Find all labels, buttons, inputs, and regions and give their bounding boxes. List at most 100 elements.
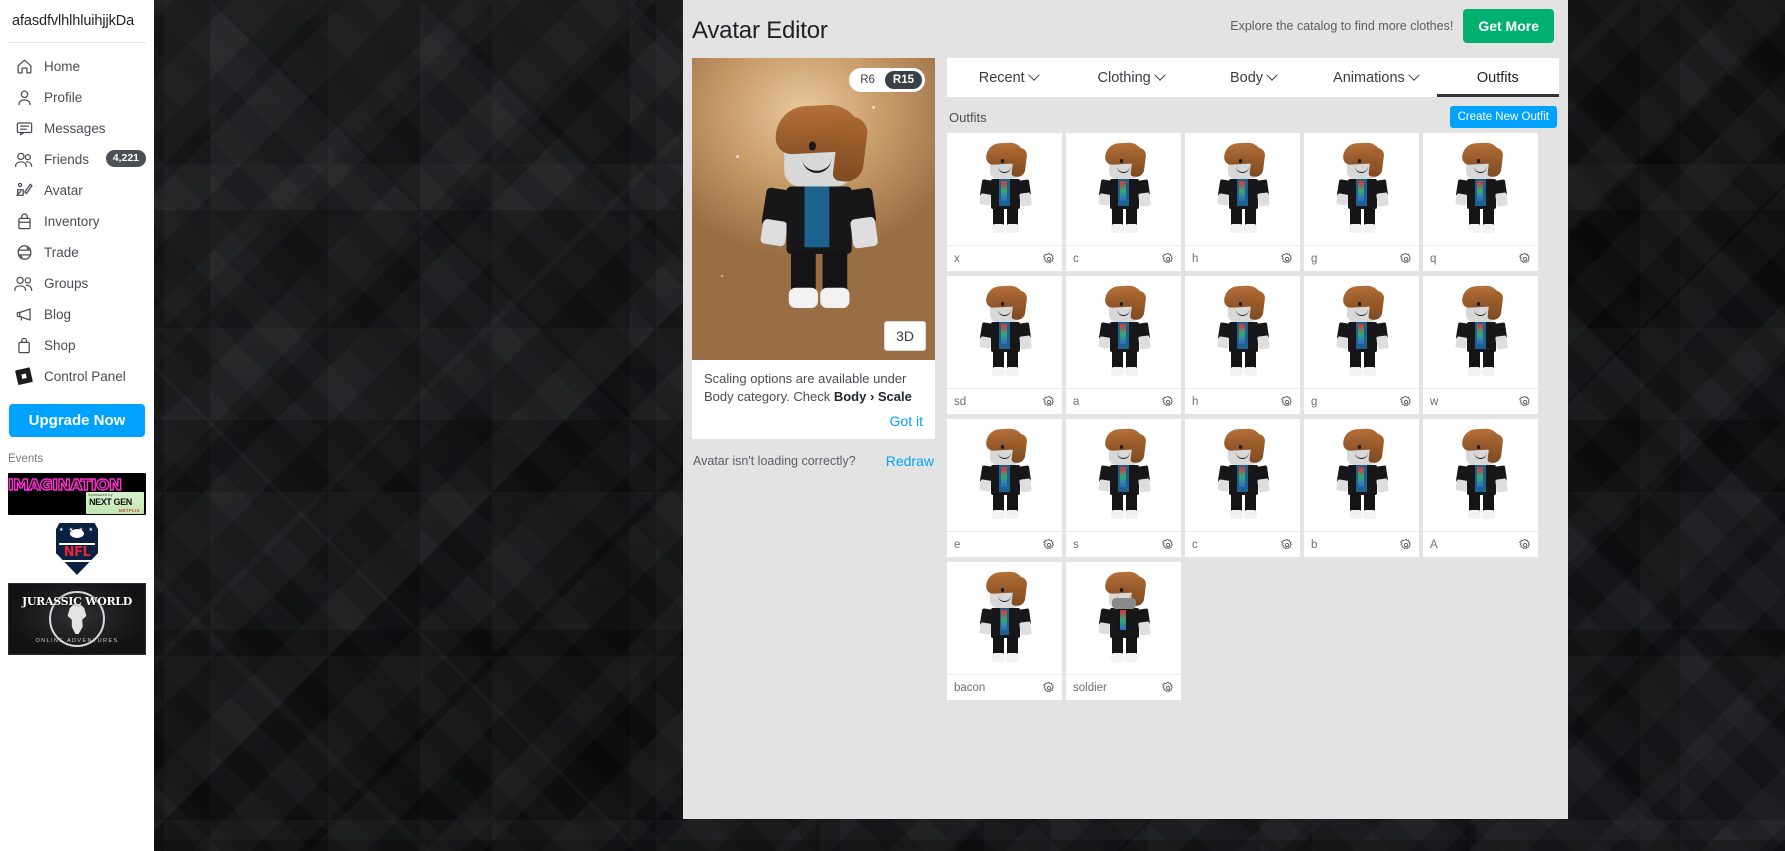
gear-icon[interactable] (1399, 252, 1413, 266)
sidebar-username[interactable]: afasdfvlhlhluihjjkDa (0, 0, 154, 42)
gear-icon[interactable] (1161, 681, 1175, 695)
gear-icon[interactable] (1042, 681, 1056, 695)
outfit-thumbnail[interactable] (1304, 133, 1419, 245)
view-3d-button[interactable]: 3D (884, 321, 926, 351)
outfit-name: b (1311, 538, 1318, 551)
upgrade-now-button[interactable]: Upgrade Now (9, 404, 145, 437)
gear-icon[interactable] (1280, 252, 1294, 266)
outfit-thumbnail[interactable] (1304, 276, 1419, 388)
outfit-footer: w (1423, 388, 1538, 414)
sidebar-item-shop[interactable]: Shop (0, 330, 154, 361)
gear-icon[interactable] (1161, 252, 1175, 266)
outfit-thumbnail[interactable] (1185, 419, 1300, 531)
gear-icon[interactable] (1399, 395, 1413, 409)
gear-icon[interactable] (1161, 538, 1175, 552)
gear-icon[interactable] (1042, 395, 1056, 409)
avatar-icon (13, 180, 35, 202)
tab-outfits[interactable]: Outfits (1436, 58, 1560, 97)
sidebar-item-trade[interactable]: Trade (0, 237, 154, 268)
outfit-card[interactable]: x (947, 133, 1062, 271)
megaphone-icon (13, 304, 35, 326)
sidebar-item-friends[interactable]: Friends 4,221 (0, 144, 154, 175)
nfl-bar-bottom (62, 560, 92, 562)
avatar-preview-thumbnail[interactable]: R6 R15 3D (692, 58, 935, 360)
gear-icon[interactable] (1518, 252, 1532, 266)
outfit-avatar-figure (1449, 141, 1513, 237)
outfit-name: x (954, 252, 960, 265)
outfit-thumbnail[interactable] (1423, 133, 1538, 245)
rig-option-r15[interactable]: R15 (884, 71, 922, 89)
outfit-card[interactable]: h (1185, 133, 1300, 271)
gear-icon[interactable] (1042, 538, 1056, 552)
rig-type-toggle[interactable]: R6 R15 (849, 68, 925, 92)
got-it-link[interactable]: Got it (890, 413, 923, 429)
event-jurassic-world[interactable]: JURASSIC WORLD ONLINE ADVENTURES (8, 583, 146, 655)
gear-icon[interactable] (1280, 538, 1294, 552)
outfit-thumbnail[interactable] (1066, 133, 1181, 245)
chevron-down-icon (1028, 69, 1040, 81)
redraw-question: Avatar isn't loading correctly? (693, 453, 856, 468)
redraw-link[interactable]: Redraw (886, 453, 934, 469)
tab-recent[interactable]: Recent (947, 58, 1069, 97)
events-heading: Events (8, 453, 44, 465)
tab-clothing[interactable]: Clothing (1069, 58, 1191, 97)
event-imagination[interactable]: IMAGINATION Sponsored by NEXT GEN NETFLI… (8, 473, 146, 515)
outfit-thumbnail[interactable] (1423, 276, 1538, 388)
outfit-thumbnail[interactable] (947, 276, 1062, 388)
tab-animations[interactable]: Animations (1314, 58, 1436, 97)
outfit-name: sd (954, 395, 967, 408)
outfit-thumbnail[interactable] (947, 562, 1062, 674)
outfit-thumbnail[interactable] (1185, 276, 1300, 388)
gear-icon[interactable] (1518, 395, 1532, 409)
outfit-card[interactable]: s (1066, 419, 1181, 557)
outfit-card[interactable]: b (1304, 419, 1419, 557)
sidebar-item-messages[interactable]: Messages (0, 113, 154, 144)
nfl-wordmark: NFL (63, 545, 91, 560)
gear-icon[interactable] (1280, 395, 1294, 409)
create-new-outfit-button[interactable]: Create New Outfit (1449, 106, 1557, 128)
outfit-thumbnail[interactable] (1304, 419, 1419, 531)
tab-body[interactable]: Body (1192, 58, 1314, 97)
outfit-name: e (954, 538, 961, 551)
gear-icon[interactable] (1161, 395, 1175, 409)
outfit-thumbnail[interactable] (947, 133, 1062, 245)
left-sidebar: afasdfvlhlhluihjjkDa Home Profile Messages… (0, 0, 154, 851)
outfit-avatar-figure (1092, 284, 1156, 380)
tab-label: Animations (1333, 69, 1405, 86)
outfit-thumbnail[interactable] (1066, 276, 1181, 388)
gear-icon[interactable] (1518, 538, 1532, 552)
outfit-card[interactable]: soldier (1066, 562, 1181, 700)
outfit-card[interactable]: g (1304, 276, 1419, 414)
sidebar-item-blog[interactable]: Blog (0, 299, 154, 330)
outfit-thumbnail[interactable] (947, 419, 1062, 531)
outfit-thumbnail[interactable] (1066, 562, 1181, 674)
outfit-card[interactable]: g (1304, 133, 1419, 271)
sidebar-item-profile[interactable]: Profile (0, 82, 154, 113)
outfit-card[interactable]: e (947, 419, 1062, 557)
sidebar-item-groups[interactable]: Groups (0, 268, 154, 299)
sidebar-item-label: Inventory (44, 214, 100, 229)
get-more-button[interactable]: Get More (1463, 9, 1554, 43)
sidebar-item-home[interactable]: Home (0, 51, 154, 82)
outfit-card[interactable]: c (1185, 419, 1300, 557)
rig-option-r6[interactable]: R6 (852, 71, 883, 89)
outfit-avatar-figure (1211, 284, 1275, 380)
gear-icon[interactable] (1399, 538, 1413, 552)
outfit-thumbnail[interactable] (1423, 419, 1538, 531)
outfit-card[interactable]: c (1066, 133, 1181, 271)
outfit-footer: bacon (947, 674, 1062, 700)
outfit-card[interactable]: w (1423, 276, 1538, 414)
sidebar-item-inventory[interactable]: Inventory (0, 206, 154, 237)
outfit-card[interactable]: sd (947, 276, 1062, 414)
outfit-thumbnail[interactable] (1185, 133, 1300, 245)
outfit-card[interactable]: bacon (947, 562, 1062, 700)
outfit-thumbnail[interactable] (1066, 419, 1181, 531)
outfit-card[interactable]: h (1185, 276, 1300, 414)
event-nfl[interactable]: ★ ★ ★ ★ NFL (8, 523, 146, 575)
sidebar-item-control-panel[interactable]: Control Panel (0, 361, 154, 392)
outfit-card[interactable]: q (1423, 133, 1538, 271)
outfit-card[interactable]: a (1066, 276, 1181, 414)
outfit-card[interactable]: A (1423, 419, 1538, 557)
gear-icon[interactable] (1042, 252, 1056, 266)
sidebar-item-avatar[interactable]: Avatar (0, 175, 154, 206)
